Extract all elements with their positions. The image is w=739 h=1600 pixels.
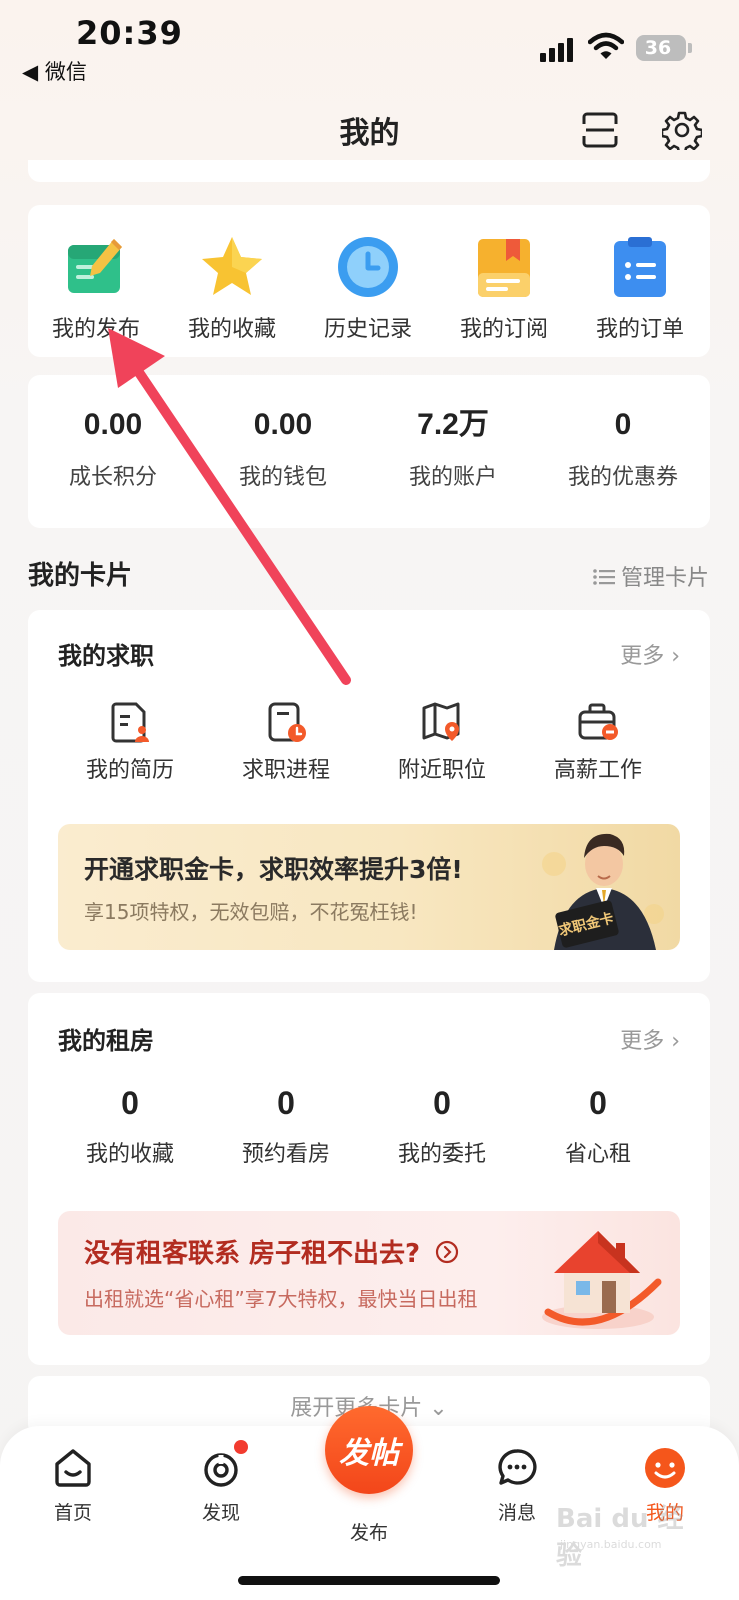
tab-discover[interactable]: 发现 (166, 1440, 276, 1525)
job-item-label: 附近职位 (397, 758, 486, 783)
rent-stat-label: 我的收藏 (85, 1142, 174, 1167)
stat-growth-points[interactable]: 0.00 成长积分 (28, 405, 198, 491)
clipboard-list-icon (614, 237, 666, 297)
quick-label: 我的发布 (51, 317, 140, 342)
quick-my-posts[interactable]: 我的发布 (28, 225, 164, 345)
map-pin-icon (422, 702, 460, 741)
tab-publish-label[interactable]: 发布 (314, 1518, 424, 1545)
job-more-link[interactable]: 更多 › (620, 638, 680, 670)
job-item-label: 我的简历 (85, 758, 174, 783)
stat-coupons[interactable]: 0 我的优惠券 (538, 405, 708, 491)
rent-promo-banner[interactable]: 没有租客联系 房子租不出去? 出租就选“省心租”享7大特权，最快当日出租 (58, 1211, 680, 1335)
scan-icon[interactable] (580, 110, 620, 150)
manage-cards-label: 管理卡片 (620, 566, 709, 591)
section-title-my-cards: 我的卡片 (28, 561, 133, 591)
rent-stat-viewings[interactable]: 0 预约看房 (206, 1085, 366, 1168)
stat-label: 我的优惠券 (567, 465, 678, 490)
tab-label: 首页 (53, 1502, 92, 1524)
quick-label: 历史记录 (323, 317, 412, 342)
job-item-label: 高薪工作 (553, 758, 642, 783)
quick-my-favorites[interactable]: 我的收藏 (164, 225, 300, 345)
rent-stat-commissions[interactable]: 0 我的委托 (362, 1085, 522, 1168)
account-stats-card: 0.00 成长积分 0.00 我的钱包 7.2万 我的账户 0 我的优惠券 (28, 375, 710, 528)
stat-account[interactable]: 7.2万 我的账户 (368, 405, 538, 491)
resume-icon (111, 702, 149, 743)
edit-note-icon (68, 239, 122, 293)
rent-stat-value: 0 (121, 1085, 139, 1121)
page-title: 我的 (339, 116, 400, 151)
stat-label: 我的钱包 (238, 465, 327, 490)
stat-value: 7.2万 (417, 408, 489, 441)
rent-card-title: 我的租房 (58, 1027, 154, 1055)
job-banner-subtitle: 享15项特权，无效包赔，不花冤枉钱! (84, 900, 418, 924)
rent-stat-label: 省心租 (564, 1142, 631, 1167)
briefcase-icon (578, 703, 618, 740)
rent-stat-value: 0 (277, 1085, 295, 1121)
status-time: 20:39 (76, 14, 183, 52)
battery-level: 36 (644, 37, 672, 59)
profile-icon (645, 1448, 685, 1488)
rent-stat-value: 0 (433, 1085, 451, 1121)
progress-clock-icon (268, 702, 306, 742)
job-item-high-salary[interactable]: 高薪工作 (518, 700, 678, 784)
job-item-progress[interactable]: 求职进程 (206, 700, 366, 784)
stat-label: 成长积分 (68, 465, 157, 490)
settings-gear-icon[interactable] (662, 110, 702, 150)
rent-stat-label: 我的委托 (397, 1142, 486, 1167)
stat-value: 0 (614, 408, 632, 441)
quick-label: 我的订阅 (459, 317, 548, 342)
rent-stat-label: 预约看房 (241, 1142, 330, 1167)
cellular-signal-icon (540, 38, 576, 62)
quick-actions-card: 我的发布 我的收藏 历史记录 我的订阅 我的订单 (28, 205, 710, 357)
stat-value: 0.00 (253, 408, 313, 441)
job-item-resume[interactable]: 我的简历 (50, 700, 210, 784)
watermark-sub: jingyan.baidu.com (560, 1538, 662, 1551)
home-icon (55, 1449, 91, 1487)
quick-orders[interactable]: 我的订单 (572, 225, 708, 345)
stat-wallet[interactable]: 0.00 我的钱包 (198, 405, 368, 491)
status-bar: 20:39 ◀ 微信 36 (0, 0, 739, 92)
job-gold-card-banner[interactable]: 开通求职金卡，求职效率提升3倍! 享15项特权，无效包赔，不花冤枉钱! 求职金卡 (58, 824, 680, 950)
manage-cards-button[interactable]: 管理卡片 (593, 560, 709, 592)
rent-banner-title-text: 没有租客联系 房子租不出去? (84, 1239, 421, 1269)
star-icon (202, 237, 262, 295)
quick-subscriptions[interactable]: 我的订阅 (436, 225, 572, 345)
quick-label: 我的订单 (595, 317, 684, 342)
rent-banner-subtitle: 出租就选“省心租”享7大特权，最快当日出租 (84, 1287, 478, 1311)
quick-history[interactable]: 历史记录 (300, 225, 436, 345)
battery-icon: 36 (636, 35, 692, 61)
job-search-card: 我的求职 更多 › 我的简历 求职进程 附近职位 高薪工作 开通求职金卡，求职效… (28, 610, 710, 982)
clock-icon (338, 237, 398, 297)
list-icon (593, 569, 615, 585)
watermark-text: Bai du 经验 (556, 1504, 684, 1571)
rent-more-link[interactable]: 更多 › (620, 1023, 680, 1055)
job-card-title: 我的求职 (58, 642, 154, 670)
baidu-watermark: Bai du 经验 jingyan.baidu.com (556, 1498, 706, 1571)
rent-stat-worry-free[interactable]: 0 省心租 (518, 1085, 678, 1168)
wifi-icon (588, 32, 624, 59)
rent-stat-favorites[interactable]: 0 我的收藏 (50, 1085, 210, 1168)
job-item-nearby[interactable]: 附近职位 (362, 700, 522, 784)
back-to-wechat-link[interactable]: ◀ 微信 (22, 56, 87, 86)
publish-button[interactable]: 发帖 (325, 1406, 413, 1494)
rental-card: 我的租房 更多 › 0 我的收藏 0 预约看房 0 我的委托 0 省心租 没有租… (28, 993, 710, 1365)
home-indicator[interactable] (238, 1576, 500, 1585)
house-illustration (542, 1231, 662, 1329)
stat-label: 我的账户 (408, 465, 497, 490)
tab-home[interactable]: 首页 (18, 1446, 128, 1525)
job-item-label: 求职进程 (241, 758, 330, 783)
publish-button-text: 发帖 (339, 1436, 399, 1471)
bookmark-doc-icon (478, 239, 530, 297)
rent-stat-value: 0 (589, 1085, 607, 1121)
rent-banner-title: 没有租客联系 房子租不出去? (84, 1233, 459, 1270)
stat-value: 0.00 (83, 408, 143, 441)
message-icon (498, 1449, 537, 1485)
tab-label: 发现 (201, 1502, 240, 1524)
notification-dot (234, 1440, 248, 1454)
arrow-circle-icon (436, 1240, 459, 1263)
quick-label: 我的收藏 (187, 317, 276, 342)
top-card-edge (28, 160, 710, 182)
job-banner-title: 开通求职金卡，求职效率提升3倍! (84, 855, 463, 884)
